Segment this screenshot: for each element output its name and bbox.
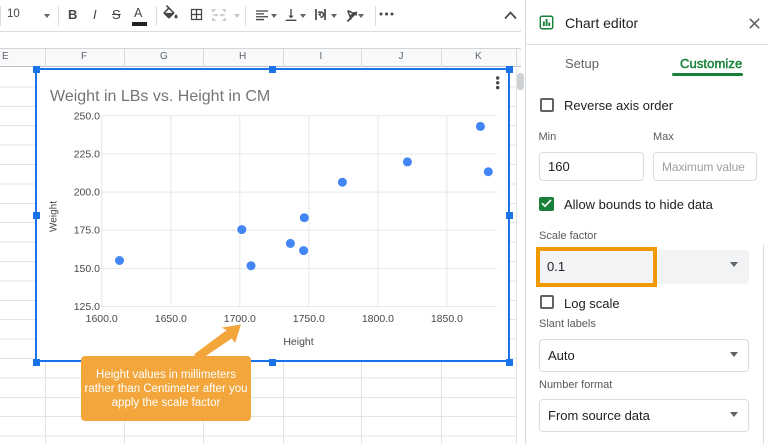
svg-text:1750.0: 1750.0 [293, 313, 325, 325]
svg-text:175.0: 175.0 [74, 225, 100, 237]
svg-text:150.0: 150.0 [74, 263, 100, 275]
svg-text:Weight: Weight [49, 201, 60, 232]
svg-text:1800.0: 1800.0 [362, 313, 394, 325]
svg-text:1850.0: 1850.0 [431, 313, 463, 325]
svg-text:Height: Height [283, 336, 313, 348]
svg-text:225.0: 225.0 [74, 148, 100, 160]
svg-text:1600.0: 1600.0 [86, 313, 118, 325]
svg-text:Weight in LBs vs. Height in CM: Weight in LBs vs. Height in CM [50, 88, 270, 105]
svg-text:125.0: 125.0 [74, 301, 100, 313]
svg-text:200.0: 200.0 [74, 187, 100, 199]
svg-text:250.0: 250.0 [74, 110, 100, 122]
